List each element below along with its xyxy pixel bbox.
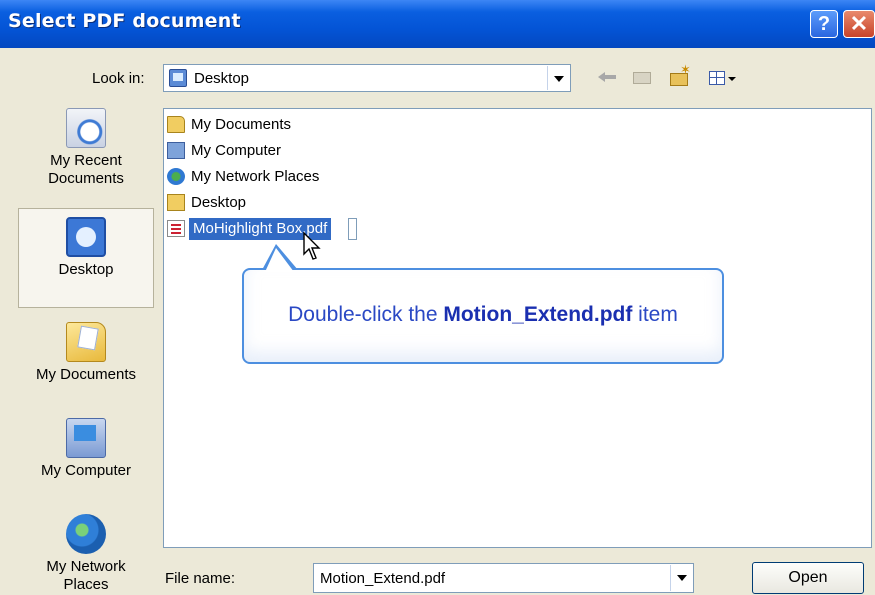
my-computer-icon (66, 418, 106, 458)
select-pdf-dialog: Select PDF document ? ✕ Look in: Desktop… (0, 0, 875, 595)
file-name-value: Motion_Extend.pdf (320, 570, 446, 587)
folder-documents-icon (167, 116, 185, 133)
file-name-label: File name: (165, 570, 236, 587)
mouse-cursor-icon (303, 232, 321, 260)
place-my-network-places[interactable]: My Network Places (18, 514, 154, 594)
look-in-label: Look in: (92, 70, 145, 87)
instruction-callout: Double-click the Motion_Extend.pdf item (242, 268, 724, 364)
place-label: My Recent Documents (48, 152, 124, 187)
my-documents-icon (66, 322, 106, 362)
desktop-icon (66, 217, 106, 257)
place-my-documents[interactable]: My Documents (18, 322, 154, 392)
list-item-label: My Computer (191, 142, 282, 159)
place-label: My Computer (40, 462, 132, 479)
list-item-label: Desktop (191, 194, 247, 211)
place-desktop[interactable]: Desktop (18, 208, 154, 308)
callout-text: Double-click the Motion_Extend.pdf item (244, 303, 722, 327)
dialog-title: Select PDF document (8, 10, 241, 32)
folder-icon (167, 194, 185, 211)
chevron-down-icon[interactable] (547, 66, 569, 90)
new-folder-icon[interactable] (668, 62, 692, 88)
place-label: My Documents (35, 366, 137, 383)
chevron-down-icon[interactable] (670, 565, 692, 591)
place-my-computer[interactable]: My Computer (18, 418, 154, 488)
back-icon[interactable] (598, 66, 618, 88)
list-item-label: My Documents (191, 116, 292, 133)
recent-documents-icon (66, 108, 106, 148)
file-name-input[interactable]: Motion_Extend.pdf (313, 563, 694, 593)
place-label: My Network Places (46, 558, 126, 593)
views-menu-icon[interactable] (707, 66, 739, 88)
pdf-icon (167, 220, 185, 237)
places-bar: My Recent Documents Desktop My Documents… (0, 100, 155, 595)
title-bar: Select PDF document ? ✕ (0, 0, 875, 48)
rename-edit-box[interactable] (348, 218, 357, 240)
list-item-label: My Network Places (191, 168, 320, 185)
callout-suffix: item (632, 303, 678, 326)
look-in-value: Desktop (194, 70, 250, 87)
close-button[interactable]: ✕ (843, 10, 875, 38)
place-label: Desktop (58, 261, 114, 278)
up-folder-icon[interactable] (632, 66, 654, 88)
help-button[interactable]: ? (810, 10, 838, 38)
desktop-icon (169, 69, 187, 87)
computer-icon (167, 142, 185, 159)
look-in-dropdown[interactable]: Desktop (163, 64, 571, 92)
network-places-icon (66, 514, 106, 554)
list-item-pdf-file[interactable]: MoHighlight Box.pdf (167, 218, 367, 240)
network-icon (167, 168, 185, 185)
callout-tail-fill (265, 248, 294, 272)
place-my-recent-documents[interactable]: My Recent Documents (18, 108, 154, 208)
open-button[interactable]: Open (752, 562, 864, 594)
callout-prefix: Double-click the (288, 303, 444, 326)
callout-target: Motion_Extend.pdf (443, 303, 633, 326)
